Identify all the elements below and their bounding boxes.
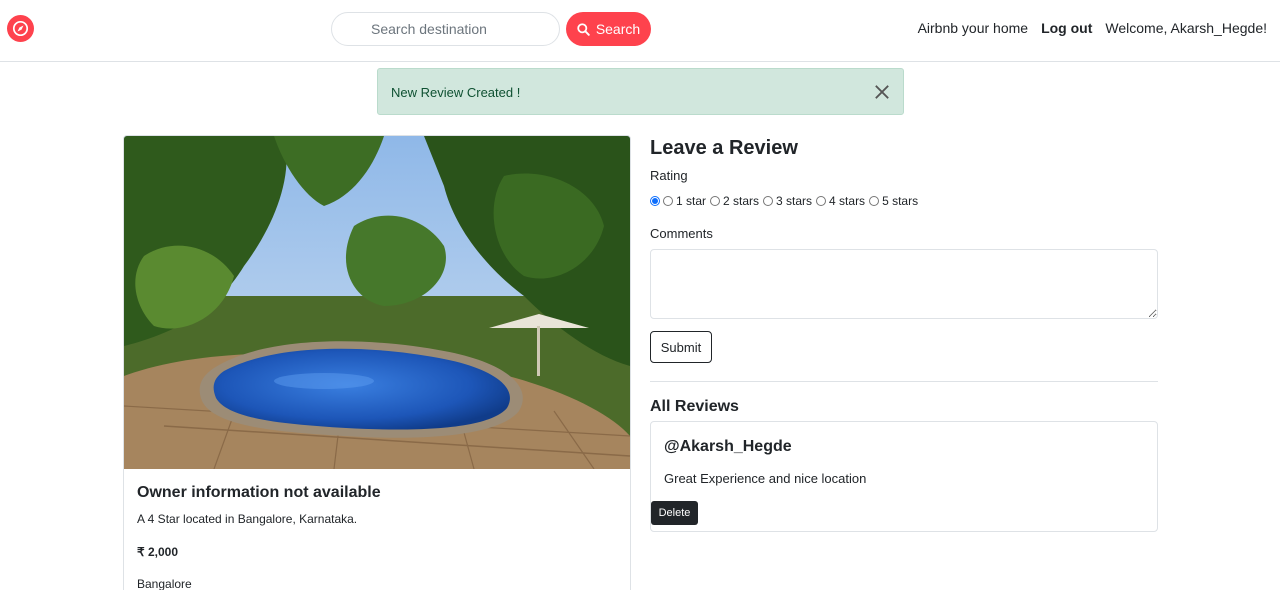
success-alert: New Review Created !: [377, 68, 904, 115]
rating-radio-3[interactable]: [763, 196, 774, 206]
listing-description: A 4 Star located in Bangalore, Karnataka…: [137, 512, 358, 526]
rating-radio-5[interactable]: [869, 196, 880, 206]
listing-title: Owner information not available: [137, 484, 381, 501]
review-author: @Akarsh_Hegde: [664, 438, 792, 455]
section-divider: [650, 381, 1158, 382]
rating-label: Rating: [650, 168, 688, 183]
airbnb-your-home-link[interactable]: Airbnb your home: [918, 20, 1029, 36]
logout-link[interactable]: Log out: [1041, 20, 1092, 36]
rating-radio-group: 1 star 2 stars 3 stars 4 stars 5 stars: [650, 194, 922, 208]
listing-location: Bangalore: [137, 577, 192, 590]
search-input[interactable]: [331, 12, 560, 46]
submit-button[interactable]: Submit: [650, 331, 712, 363]
search-button[interactable]: Search: [566, 12, 651, 46]
alert-message: New Review Created !: [391, 85, 521, 100]
rating-radio-1[interactable]: [663, 196, 673, 206]
rating-option-1[interactable]: 1 star: [676, 194, 706, 208]
listing-image: [124, 136, 630, 469]
comments-textarea[interactable]: [650, 249, 1158, 319]
search-button-label: Search: [595, 21, 641, 37]
all-reviews-heading: All Reviews: [650, 398, 739, 415]
delete-review-button[interactable]: Delete: [651, 501, 698, 525]
rating-option-5[interactable]: 5 stars: [882, 194, 918, 208]
rating-radio-4[interactable]: [816, 196, 827, 206]
search-icon: [577, 22, 590, 36]
review-card: @Akarsh_Hegde Great Experience and nice …: [650, 421, 1158, 532]
listing-card: Owner information not available A 4 Star…: [123, 135, 631, 590]
navbar: Search Airbnb your home Log out Welcome,…: [0, 0, 1280, 62]
close-icon[interactable]: [873, 83, 891, 101]
listing-price: ₹ 2,000: [137, 545, 178, 559]
review-comment: Great Experience and nice location: [664, 471, 867, 486]
compass-icon[interactable]: [7, 15, 34, 42]
review-form-heading: Leave a Review: [650, 137, 798, 159]
rating-option-4[interactable]: 4 stars: [829, 194, 865, 208]
comments-label: Comments: [650, 226, 713, 241]
welcome-text: Welcome, Akarsh_Hegde!: [1105, 20, 1267, 36]
rating-option-3[interactable]: 3 stars: [776, 194, 812, 208]
nav-links: Airbnb your home Log out Welcome, Akarsh…: [918, 20, 1267, 36]
rating-option-2[interactable]: 2 stars: [723, 194, 759, 208]
rating-radio-default[interactable]: [650, 196, 660, 206]
rating-radio-2[interactable]: [710, 196, 721, 206]
